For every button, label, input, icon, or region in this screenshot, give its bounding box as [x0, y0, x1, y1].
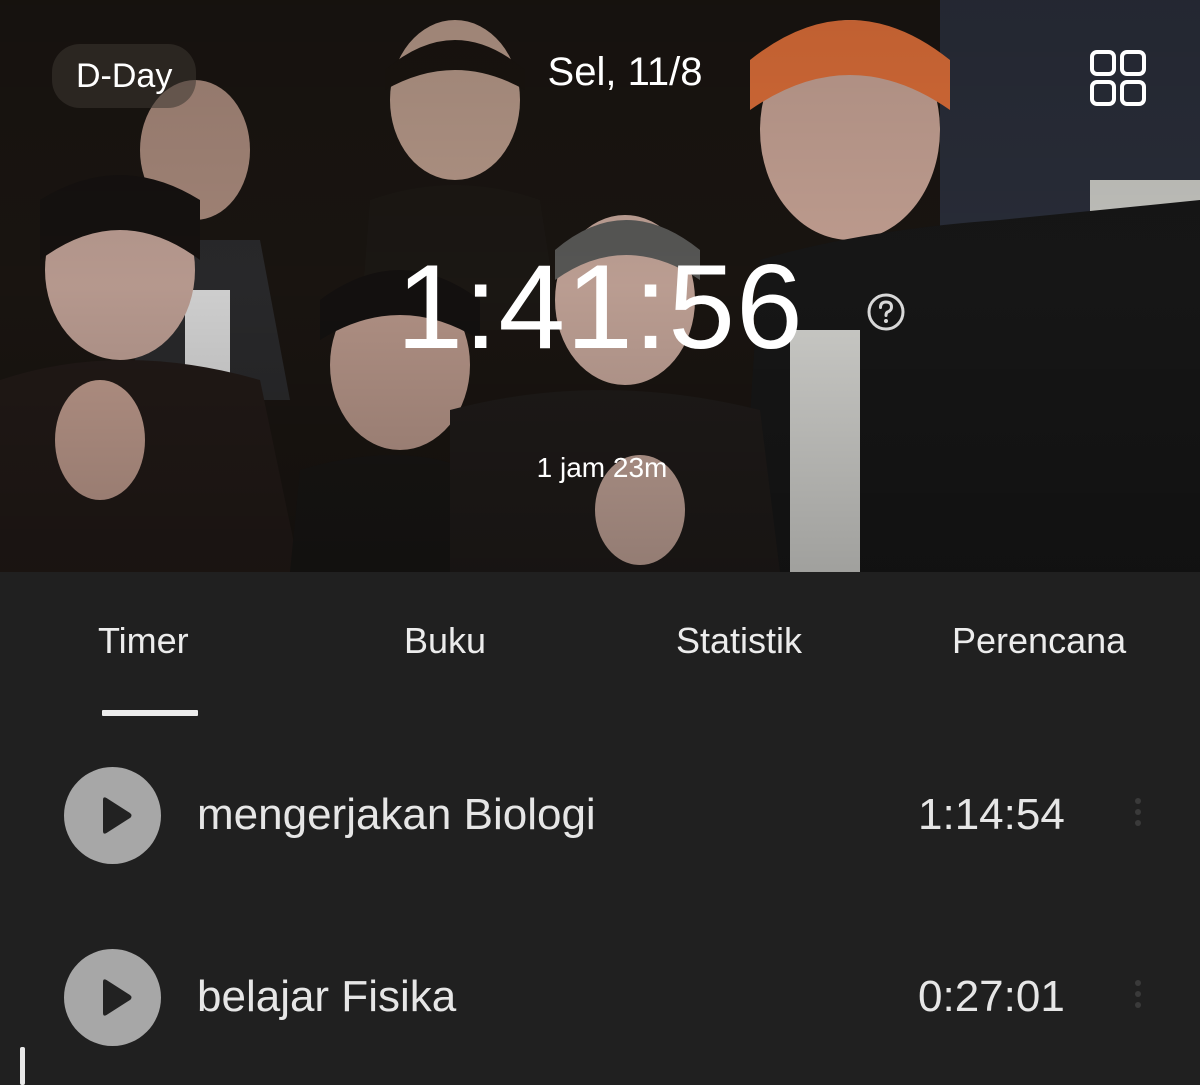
sub-time-label: 1 jam 23m	[536, 452, 668, 483]
play-icon	[103, 979, 132, 1016]
header-photo: D-Day Sel, 11/8 1:41:56 1 jam 23m	[0, 0, 1200, 572]
date-label: Sel, 11/8	[547, 50, 703, 94]
timer-app: D-Day Sel, 11/8 1:41:56 1 jam 23m Timer …	[0, 0, 1200, 1085]
play-button[interactable]	[64, 767, 161, 864]
task-name: belajar Fisika	[197, 972, 457, 1021]
tab-buku[interactable]: Buku	[404, 620, 486, 662]
play-button[interactable]	[64, 949, 161, 1046]
task-row[interactable]: mengerjakan Biologi 1:14:54	[0, 762, 1200, 872]
active-tab-indicator	[102, 710, 198, 716]
help-circle-icon[interactable]	[866, 292, 906, 332]
tab-perencana[interactable]: Perencana	[952, 620, 1126, 662]
tab-timer[interactable]: Timer	[98, 620, 189, 662]
total-study-time: 1:41:56	[396, 240, 804, 374]
grid-icon[interactable]	[1090, 50, 1146, 106]
task-time: 1:14:54	[918, 790, 1065, 839]
task-row[interactable]: belajar Fisika 0:27:01	[0, 944, 1200, 1054]
task-time: 0:27:01	[918, 972, 1065, 1021]
play-icon	[103, 797, 132, 834]
more-vertical-icon[interactable]	[1128, 980, 1148, 1016]
more-vertical-icon[interactable]	[1128, 798, 1148, 834]
task-name: mengerjakan Biologi	[197, 790, 596, 839]
tab-bar: Timer Buku Statistik Perencana	[0, 572, 1200, 722]
tab-statistik[interactable]: Statistik	[676, 620, 802, 662]
scroll-handle[interactable]	[20, 1047, 25, 1085]
